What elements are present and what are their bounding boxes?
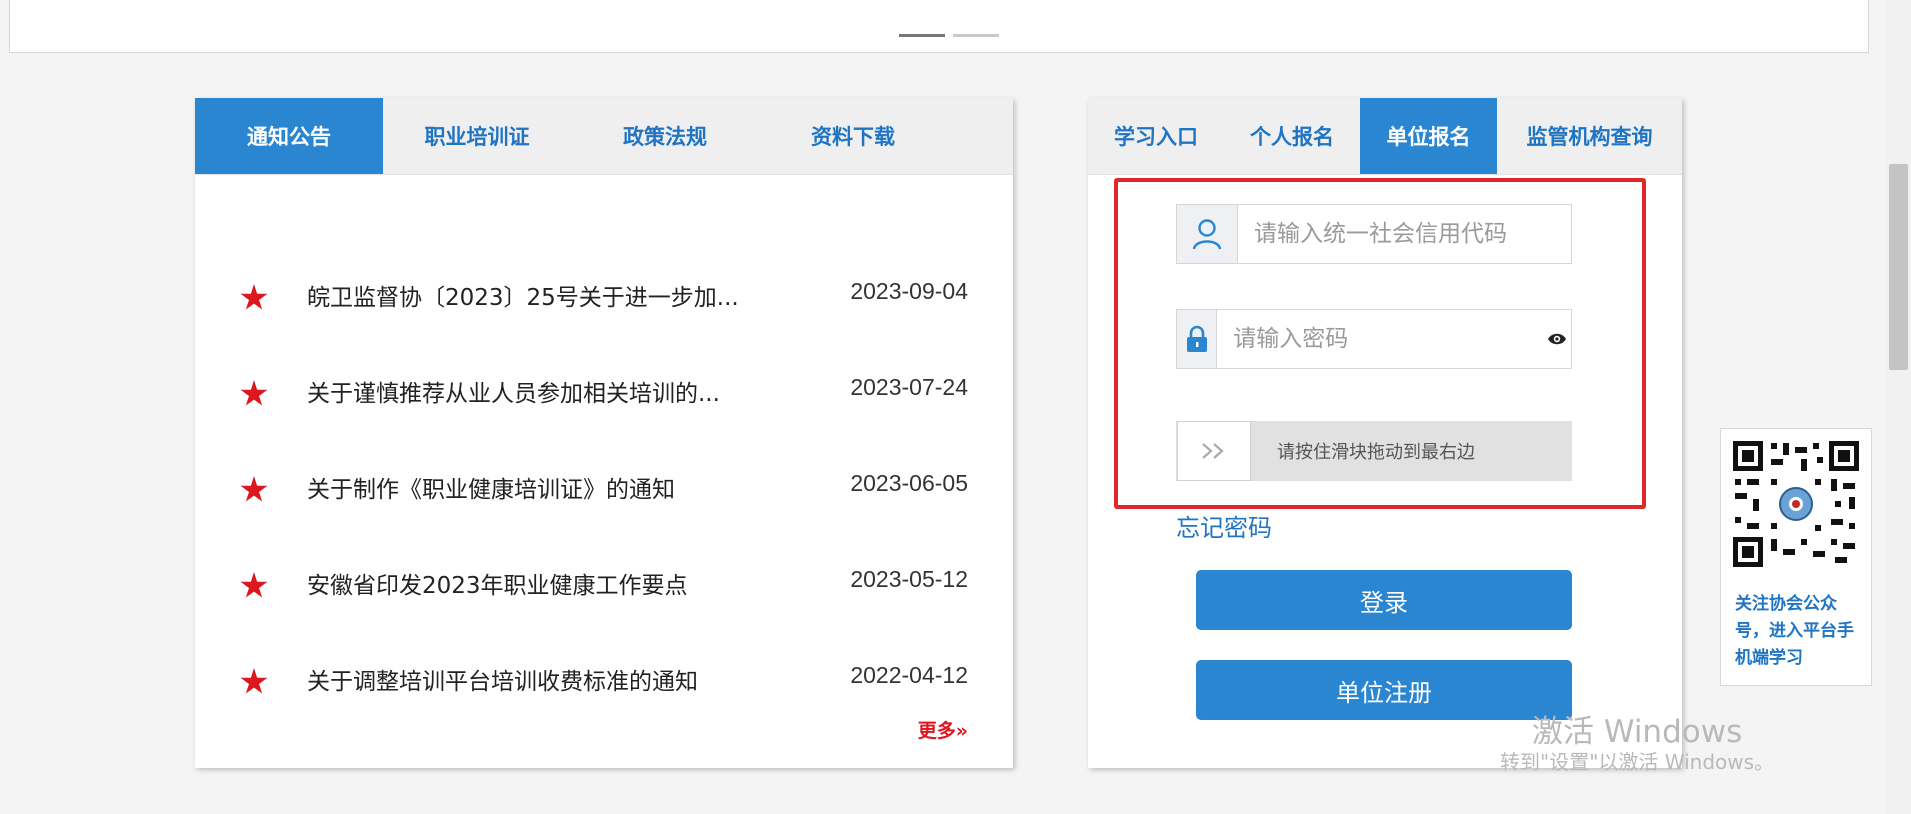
more-link[interactable]: 更多» bbox=[918, 716, 968, 743]
login-button[interactable]: 登录 bbox=[1196, 570, 1572, 630]
password-field bbox=[1176, 309, 1572, 369]
double-chevron-right-icon bbox=[1202, 443, 1224, 459]
tab-organization-registration[interactable]: 单位报名 bbox=[1360, 98, 1497, 174]
notice-title-link[interactable]: 皖卫监督协〔2023〕25号关于进一步加... bbox=[307, 278, 767, 312]
tab-downloads[interactable]: 资料下载 bbox=[759, 98, 947, 174]
carousel-dot-2[interactable] bbox=[953, 34, 999, 37]
notice-date: 2023-05-12 bbox=[850, 566, 968, 592]
tab-policies[interactable]: 政策法规 bbox=[571, 98, 759, 174]
login-panel: 学习入口 个人报名 单位报名 监管机构查询 请输入统一社会信用代码 请按住滑块拖… bbox=[1088, 98, 1682, 768]
banner-carousel bbox=[9, 0, 1869, 53]
notice-date: 2023-06-05 bbox=[850, 470, 968, 496]
forgot-password-link[interactable]: 忘记密码 bbox=[1176, 508, 1272, 543]
qr-code bbox=[1731, 439, 1861, 569]
qr-panel: 关注协会公众号，进入平台手机端学习 bbox=[1720, 428, 1872, 686]
tab-regulator-query[interactable]: 监管机构查询 bbox=[1497, 98, 1682, 174]
notice-title-link[interactable]: 安徽省印发2023年职业健康工作要点 bbox=[307, 566, 767, 600]
star-icon bbox=[240, 284, 268, 310]
tab-personal-registration[interactable]: 个人报名 bbox=[1224, 98, 1360, 174]
activation-watermark-title: 激活 Windows bbox=[1532, 714, 1743, 750]
qr-caption: 关注协会公众号，进入平台手机端学习 bbox=[1735, 594, 1854, 668]
slider-handle[interactable] bbox=[1177, 421, 1251, 481]
lock-icon bbox=[1177, 310, 1218, 368]
notice-panel: 通知公告 职业培训证 政策法规 资料下载 皖卫监督协〔2023〕25号关于进一步… bbox=[195, 98, 1013, 768]
tab-training-certificate[interactable]: 职业培训证 bbox=[383, 98, 571, 174]
tab-notices[interactable]: 通知公告 bbox=[195, 98, 383, 174]
notice-title-link[interactable]: 关于制作《职业健康培训证》的通知 bbox=[307, 470, 767, 504]
tab-study-entry[interactable]: 学习入口 bbox=[1088, 98, 1224, 174]
notice-list: 皖卫监督协〔2023〕25号关于进一步加... 2023-09-04 关于谨慎推… bbox=[195, 278, 1013, 774]
notice-title-link[interactable]: 关于谨慎推荐从业人员参加相关培训的... bbox=[307, 374, 767, 408]
slider-captcha: 请按住滑块拖动到最右边 bbox=[1176, 421, 1572, 481]
carousel-dot-1[interactable] bbox=[899, 34, 945, 37]
scrollbar[interactable] bbox=[1886, 0, 1911, 814]
slider-hint: 请按住滑块拖动到最右边 bbox=[1277, 442, 1475, 463]
register-button[interactable]: 单位注册 bbox=[1196, 660, 1572, 720]
eye-icon[interactable] bbox=[1542, 310, 1571, 368]
notice-tabs: 通知公告 职业培训证 政策法规 资料下载 bbox=[195, 98, 1013, 175]
credit-code-input[interactable] bbox=[1238, 205, 1571, 263]
list-item: 关于调整培训平台培训收费标准的通知 2022-04-12 bbox=[195, 662, 1013, 774]
notice-date: 2023-09-04 bbox=[850, 278, 968, 304]
notice-date: 2022-04-12 bbox=[850, 662, 968, 688]
login-tabs: 学习入口 个人报名 单位报名 监管机构查询 bbox=[1088, 98, 1682, 175]
notice-date: 2023-07-24 bbox=[850, 374, 968, 400]
activation-watermark-subtitle: 转到"设置"以激活 Windows。 bbox=[1500, 750, 1775, 774]
notice-title-link[interactable]: 关于调整培训平台培训收费标准的通知 bbox=[307, 662, 767, 696]
scrollbar-thumb[interactable] bbox=[1889, 164, 1908, 370]
user-icon bbox=[1177, 205, 1238, 263]
password-input[interactable] bbox=[1217, 310, 1543, 368]
credit-code-field bbox=[1176, 204, 1572, 264]
